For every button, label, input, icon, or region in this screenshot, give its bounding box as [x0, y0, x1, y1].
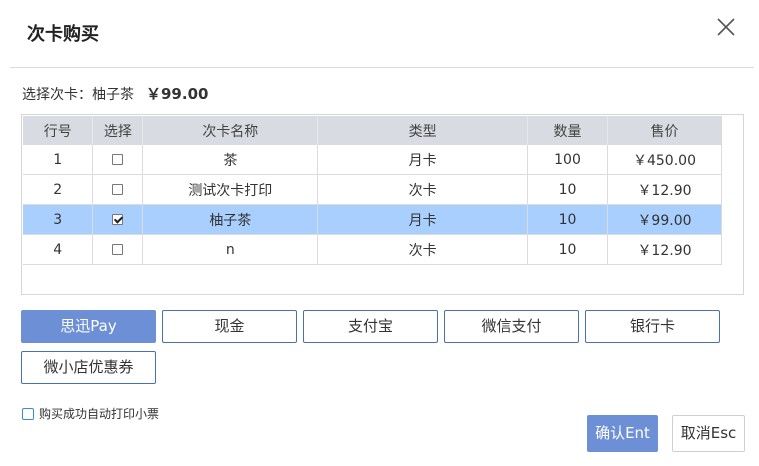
confirm-button[interactable]: 确认Ent [587, 415, 658, 452]
micro-store-coupon-button[interactable]: 微小店优惠券 [21, 351, 156, 384]
card-name-cell: 茶 [142, 145, 319, 175]
cash-button[interactable]: 现金 [162, 310, 297, 343]
bank-card-button[interactable]: 银行卡 [585, 310, 720, 343]
row-number-cell: 1 [23, 145, 94, 175]
header-cell: 选择 [92, 116, 144, 145]
header-divider [10, 67, 754, 68]
sixun-pay-button[interactable]: 思迅Pay [21, 310, 156, 343]
selected-card-summary: 选择次卡：柚子茶 ￥99.00 [22, 83, 208, 104]
select-cell [92, 204, 144, 235]
cancel-button[interactable]: 取消Esc [672, 415, 745, 452]
auto-print-checkbox[interactable] [22, 407, 34, 420]
price-cell: ￥12.90 [607, 174, 723, 205]
card-table: 行号 选择 次卡名称 类型 数量 售价 1 茶月卡 100 ￥450.00 2 测试次卡打… [23, 116, 723, 265]
price-cell: ￥12.90 [607, 234, 723, 265]
header-cell: 行号 [23, 116, 94, 145]
card-type-cell: 月卡 [317, 145, 529, 175]
header-cell: 数量 [527, 116, 608, 145]
quantity-cell: 100 [527, 145, 608, 175]
table-header-row: 行号 选择 次卡名称 类型 数量 售价 [23, 116, 723, 145]
row-checkbox[interactable] [112, 244, 124, 255]
auto-print-label: 购买成功自动打印小票 [39, 407, 160, 421]
price-cell: ￥99.00 [607, 204, 723, 235]
card-type-cell: 月卡 [317, 204, 529, 235]
quantity-cell: 10 [527, 234, 608, 265]
row-number-cell: 2 [23, 174, 94, 205]
header-cell: 类型 [317, 116, 529, 145]
select-cell [92, 174, 144, 205]
row-checkbox[interactable] [112, 154, 124, 165]
header-cell: 售价 [607, 116, 723, 145]
price-cell: ￥450.00 [607, 145, 723, 175]
row-number-cell: 4 [23, 234, 94, 265]
auto-print-option[interactable]: 购买成功自动打印小票 [22, 405, 159, 422]
close-icon[interactable] [716, 17, 736, 37]
card-name-cell: 柚子茶 [142, 204, 319, 235]
row-checkbox[interactable] [112, 214, 124, 225]
quantity-cell: 10 [527, 174, 608, 205]
row-number-cell: 3 [23, 204, 94, 235]
table-row[interactable]: 2 测试次卡打印 次卡 10 ￥12.90 [23, 174, 723, 205]
dialog-title: 次卡购买 [27, 24, 99, 45]
card-table-container: 行号 选择 次卡名称 类型 数量 售价 1 茶月卡 100 ￥450.00 2 测试次卡打… [21, 114, 744, 295]
table-row[interactable]: 3 柚子茶 月卡 10 ￥99.00 [23, 204, 723, 235]
card-name-cell: 测试次卡打印 [142, 174, 319, 205]
table-row[interactable]: 4 n 次卡 10 ￥12.90 [23, 234, 723, 265]
table-row[interactable]: 1 茶月卡 100 ￥450.00 [23, 145, 723, 175]
alipay-button[interactable]: 支付宝 [303, 310, 438, 343]
select-cell [92, 145, 144, 175]
header-cell: 次卡名称 [142, 116, 319, 145]
card-type-cell: 次卡 [317, 234, 529, 265]
wechat-pay-button[interactable]: 微信支付 [444, 310, 579, 343]
card-type-cell: 次卡 [317, 174, 529, 205]
row-checkbox[interactable] [112, 184, 124, 195]
selected-card-label: 选择次卡：柚子茶 [22, 87, 134, 103]
quantity-cell: 10 [527, 204, 608, 235]
select-cell [92, 234, 144, 265]
selected-card-price: ￥99.00 [146, 85, 209, 103]
card-name-cell: n [142, 234, 319, 265]
